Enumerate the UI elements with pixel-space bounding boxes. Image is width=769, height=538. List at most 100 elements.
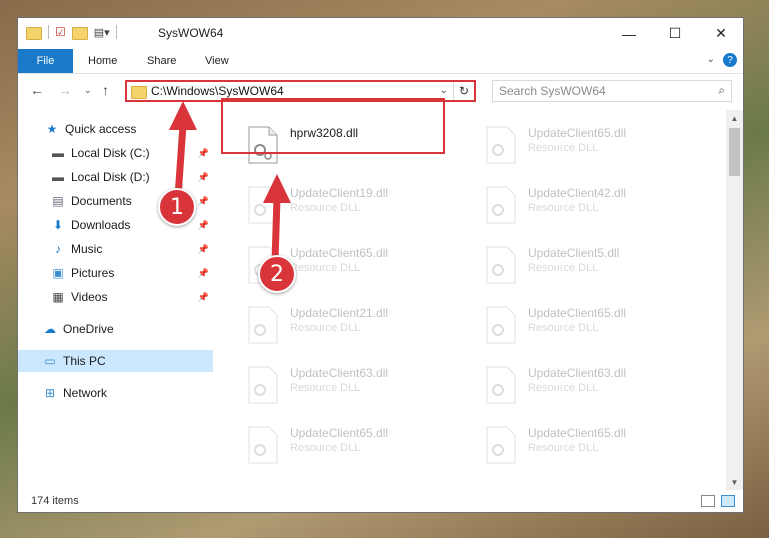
address-path[interactable]: C:\Windows\SysWOW64 <box>151 84 284 98</box>
nav-label: Local Disk (D:) <box>71 170 150 184</box>
pin-icon[interactable]: 📌 <box>198 148 209 159</box>
pin-icon[interactable]: 📌 <box>198 172 209 183</box>
pictures-icon: ▣ <box>52 266 64 280</box>
chevron-down-icon[interactable]: ⌄ <box>440 85 448 96</box>
refresh-icon[interactable]: ↻ <box>453 82 474 100</box>
divider <box>115 25 117 39</box>
nav-local-disk-d[interactable]: ▬ Local Disk (D:) 📌 <box>18 166 213 188</box>
file-item[interactable]: UpdateClient21.dll Resource DLL <box>240 298 470 350</box>
nav-local-disk-c[interactable]: ▬ Local Disk (C:) 📌 <box>18 142 213 164</box>
file-type: Resource DLL <box>528 322 599 334</box>
search-input[interactable]: Search SysWOW64 <box>499 84 606 98</box>
file-name: UpdateClient63.dll <box>528 366 627 380</box>
drive-icon: ▬ <box>52 146 64 160</box>
file-type: Resource DLL <box>528 382 599 394</box>
details-view-icon[interactable] <box>701 495 715 507</box>
file-item[interactable]: UpdateClient63.dll Resource DLL <box>478 358 708 410</box>
back-arrow-icon[interactable]: ← <box>30 82 44 98</box>
ribbon-tabs: File Home Share View ⌄ ? <box>18 49 743 74</box>
nav-this-pc[interactable]: ▭ This PC <box>18 350 213 372</box>
scroll-up-icon[interactable]: ▲ <box>726 110 743 126</box>
file-type: Resource DLL <box>290 202 361 214</box>
large-icons-view-icon[interactable] <box>721 495 735 507</box>
expand-ribbon-icon[interactable]: ⌄ <box>707 54 715 65</box>
file-name: UpdateClient65.dll <box>528 306 627 320</box>
up-arrow-icon[interactable]: ↑ <box>102 82 109 98</box>
nav-label: This PC <box>63 354 106 368</box>
file-item[interactable]: UpdateClient63.dll Resource DLL <box>240 358 470 410</box>
dll-file-icon <box>248 426 278 464</box>
pin-icon[interactable]: 📌 <box>198 220 209 231</box>
window-title: SysWOW64 <box>158 26 224 40</box>
dll-file-icon <box>486 426 516 464</box>
file-name: UpdateClient65.dll <box>528 426 627 440</box>
tab-file[interactable]: File <box>18 49 73 73</box>
scrollbar-thumb[interactable] <box>729 128 740 176</box>
tab-share[interactable]: Share <box>147 49 176 73</box>
properties-icon[interactable]: ☑ <box>55 25 66 39</box>
music-note-icon: ♪ <box>55 242 61 256</box>
nav-label: Local Disk (C:) <box>71 146 150 160</box>
file-item[interactable]: UpdateClient19.dll Resource DLL <box>240 178 470 230</box>
nav-label: Music <box>71 242 103 256</box>
vertical-scrollbar[interactable]: ▲ ▼ <box>726 110 743 490</box>
help-icon[interactable]: ? <box>723 53 737 67</box>
dll-file-icon <box>486 186 516 224</box>
nav-label: Documents <box>71 194 132 208</box>
download-arrow-icon: ⬇ <box>52 218 64 232</box>
file-name: UpdateClient65.dll <box>290 426 389 440</box>
file-name: UpdateClient5.dll <box>528 246 620 260</box>
file-item[interactable]: UpdateClient65.dll Resource DLL <box>478 118 708 170</box>
dll-file-icon <box>248 366 278 404</box>
nav-label: OneDrive <box>63 322 114 336</box>
folder-icon <box>26 26 42 40</box>
dll-file-icon <box>486 246 516 284</box>
nav-quick-access[interactable]: ★ Quick access <box>18 118 213 140</box>
nav-label: Downloads <box>71 218 131 232</box>
recent-locations-icon[interactable]: ⌄ <box>84 85 92 96</box>
forward-arrow-icon[interactable]: → <box>58 82 72 98</box>
search-icon[interactable]: ⌕ <box>718 83 725 98</box>
dll-file-icon <box>486 126 516 164</box>
cloud-icon: ☁ <box>44 322 56 336</box>
file-item[interactable]: UpdateClient65.dll Resource DLL <box>478 298 708 350</box>
callout-badge-2: 2 <box>258 255 296 293</box>
file-item[interactable]: UpdateClient42.dll Resource DLL <box>478 178 708 230</box>
divider <box>48 25 49 39</box>
customize-toolbar-icon[interactable]: ▤▾ <box>94 26 110 39</box>
file-type: Resource DLL <box>290 382 361 394</box>
film-icon: ▦ <box>52 290 64 304</box>
tab-view[interactable]: View <box>205 49 229 73</box>
dll-file-icon <box>486 366 516 404</box>
pin-icon[interactable]: 📌 <box>198 292 209 303</box>
dll-file-icon <box>248 186 278 224</box>
pin-icon[interactable]: 📌 <box>198 196 209 207</box>
status-bar: 174 items <box>18 490 743 512</box>
dll-file-icon <box>248 306 278 344</box>
new-folder-icon[interactable] <box>71 26 88 40</box>
file-item[interactable]: UpdateClient5.dll Resource DLL <box>478 238 708 290</box>
pin-icon[interactable]: 📌 <box>198 268 209 279</box>
nav-label: Pictures <box>71 266 115 280</box>
nav-pictures[interactable]: ▣ Pictures 📌 <box>18 262 213 284</box>
close-button[interactable]: ✕ <box>698 18 744 49</box>
file-type: Resource DLL <box>528 142 599 154</box>
nav-label: Network <box>63 386 108 400</box>
drive-icon: ▬ <box>52 170 64 184</box>
scroll-down-icon[interactable]: ▼ <box>726 474 743 490</box>
file-item[interactable]: UpdateClient65.dll Resource DLL <box>478 418 708 470</box>
tab-home[interactable]: Home <box>88 49 117 73</box>
maximize-button[interactable]: ☐ <box>652 18 698 49</box>
nav-onedrive[interactable]: ☁ OneDrive <box>18 318 213 340</box>
nav-videos[interactable]: ▦ Videos 📌 <box>18 286 213 308</box>
file-item[interactable]: UpdateClient65.dll Resource DLL <box>240 418 470 470</box>
callout-badge-1: 1 <box>158 188 196 226</box>
nav-music[interactable]: ♪ Music 📌 <box>18 238 213 260</box>
file-type: Resource DLL <box>290 262 361 274</box>
minimize-button[interactable]: — <box>606 18 652 49</box>
folder-icon <box>131 86 147 99</box>
nav-network[interactable]: ⊞ Network <box>18 382 213 404</box>
pin-icon[interactable]: 📌 <box>198 244 209 255</box>
network-icon: ⊞ <box>44 386 56 400</box>
search-box[interactable]: Search SysWOW64 ⌕ <box>492 80 732 102</box>
